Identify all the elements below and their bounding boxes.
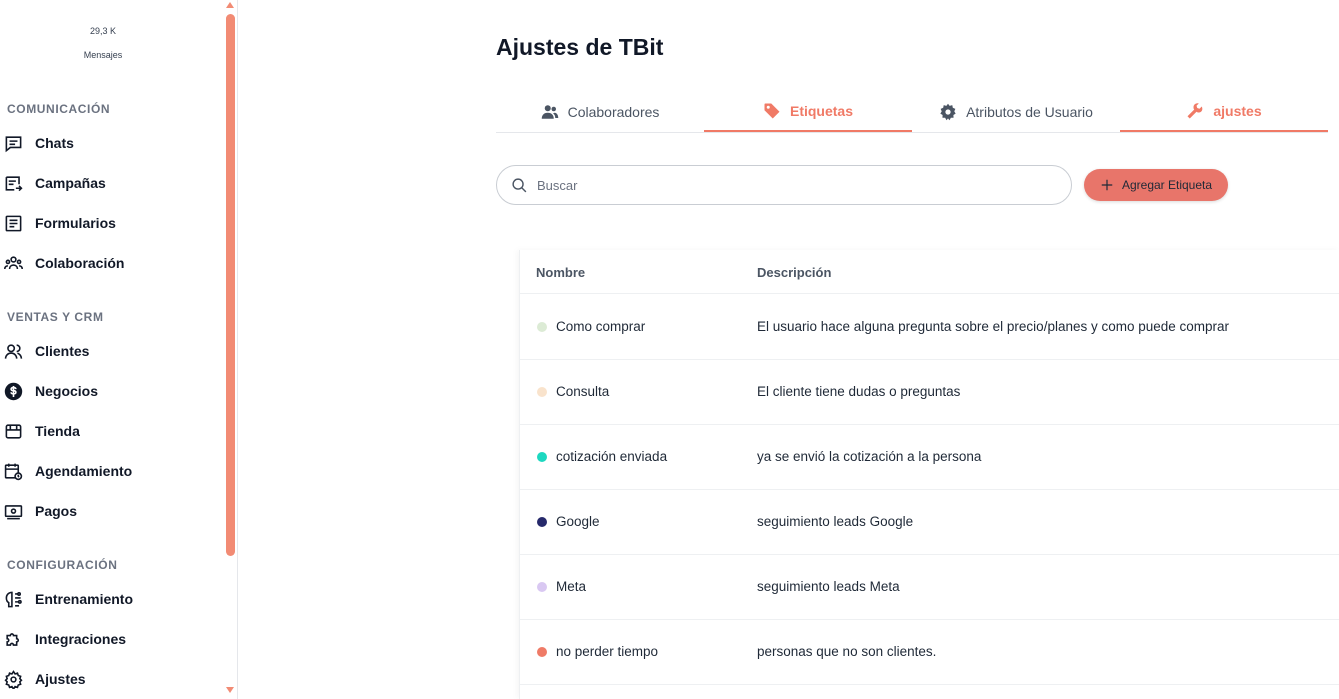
tab-label: Colaboradores [567, 104, 660, 120]
tag-description: ya se envió la cotización a la persona [757, 449, 982, 464]
sidebar-item-chats[interactable]: Chats [4, 130, 214, 156]
tag-name: no perder tiempo [556, 644, 659, 659]
store-icon [5, 423, 22, 439]
sidebar-item-label: Ajustes [35, 671, 86, 687]
form-icon [5, 215, 22, 231]
users-icon [4, 343, 23, 359]
sidebar-item-label: Formularios [35, 215, 116, 231]
tag-name: Consulta [556, 384, 610, 399]
search-input[interactable] [537, 177, 1037, 193]
tag-color-dot [537, 517, 547, 527]
tag-name: Google [556, 514, 600, 529]
table-row[interactable]: Como comprar El usuario hace alguna preg… [520, 295, 1339, 360]
tab-label: ajustes [1213, 103, 1262, 119]
section-title-comunicacion: COMUNICACIÓN [7, 102, 111, 116]
settings-tabs: Colaboradores Etiquetas Atributos de Usu… [496, 92, 1328, 133]
search-box[interactable] [496, 165, 1072, 205]
section-title-configuracion: CONFIGURACIÓN [7, 558, 118, 572]
sidebar-item-label: Clientes [35, 343, 90, 359]
sidebar-item-label: Colaboración [35, 255, 125, 271]
tag-description: seguimiento leads Google [757, 514, 914, 529]
tab-label: Atributos de Usuario [966, 104, 1093, 120]
tag-name: Como comprar [556, 319, 646, 334]
sidebar-item-pagos[interactable]: Pagos [4, 498, 214, 524]
sidebar-item-label: Chats [35, 135, 74, 151]
page-title: Ajustes de TBit [496, 34, 664, 60]
sidebar-item-campanas[interactable]: Campañas [4, 170, 214, 196]
search-icon [512, 177, 527, 192]
brain-icon [5, 591, 22, 607]
usage-label: Mensajes [83, 50, 123, 60]
tag-color-dot [537, 647, 547, 657]
team-icon [4, 255, 23, 269]
table-row[interactable]: cotización enviada ya se envió la cotiza… [520, 425, 1339, 490]
tab-label: Etiquetas [789, 103, 853, 119]
tag-description: seguimiento leads Meta [757, 579, 900, 594]
sidebar-item-ajustes[interactable]: Ajustes [4, 666, 214, 692]
tab-colaboradores[interactable]: Colaboradores [496, 92, 704, 132]
tag-description: El usuario hace alguna pregunta sobre el… [757, 319, 1230, 334]
tag-color-dot [537, 322, 547, 332]
table-row[interactable]: Meta seguimiento leads Meta [520, 555, 1339, 620]
sidebar-item-label: Entrenamiento [35, 591, 134, 607]
tag-color-dot [537, 582, 547, 592]
chat-icon [5, 135, 22, 152]
sidebar-item-clientes[interactable]: Clientes [4, 338, 214, 364]
sidebar-scrollbar[interactable] [224, 0, 237, 699]
tag-description: El cliente tiene dudas o preguntas [757, 384, 961, 399]
sidebar-item-negocios[interactable]: Negocios [4, 378, 214, 404]
table-header: Nombre Descripción [520, 250, 1339, 294]
scroll-up-arrow-icon[interactable] [226, 2, 234, 8]
add-tag-button[interactable]: Agregar Etiqueta [1084, 169, 1228, 201]
scroll-down-arrow-icon[interactable] [226, 687, 234, 693]
add-tag-button-label: Agregar Etiqueta [1121, 178, 1213, 192]
payment-icon [4, 504, 23, 519]
puzzle-icon [6, 632, 19, 646]
table-row[interactable]: Consulta El cliente tiene dudas o pregun… [520, 360, 1339, 425]
sidebar-item-entrenamiento[interactable]: Entrenamiento [4, 586, 214, 612]
sidebar-item-label: Integraciones [35, 631, 127, 647]
gear-icon [940, 103, 956, 121]
table-row[interactable]: no perder tiempo personas que no son cli… [520, 620, 1339, 685]
scrollbar-thumb[interactable] [226, 14, 235, 556]
column-header-nombre: Nombre [536, 265, 586, 280]
sidebar-item-label: Tienda [35, 423, 80, 439]
sidebar-item-label: Pagos [35, 503, 78, 519]
tag-color-dot [537, 387, 547, 397]
gear-icon [4, 669, 23, 689]
sidebar-item-label: Negocios [35, 383, 99, 399]
sidebar-item-label: Agendamiento [35, 463, 133, 479]
sidebar: 29,3 K Mensajes COMUNICACIÓN Chats Campa… [0, 0, 238, 699]
tag-color-dot [537, 452, 547, 462]
sidebar-item-tienda[interactable]: Tienda [4, 418, 214, 444]
tag-name: cotización enviada [556, 449, 668, 464]
tag-description: personas que no son clientes. [757, 644, 937, 659]
column-header-descripcion: Descripción [757, 265, 832, 280]
sidebar-item-colaboracion[interactable]: Colaboración [4, 250, 214, 276]
campaign-icon [5, 175, 23, 191]
sidebar-item-agendamiento[interactable]: Agendamiento [4, 458, 214, 484]
sidebar-item-formularios[interactable]: Formularios [4, 210, 214, 236]
table-row[interactable]: Google seguimiento leads Google [520, 490, 1339, 555]
tab-atributos-usuario[interactable]: Atributos de Usuario [912, 92, 1120, 132]
tags-table: Nombre Descripción Como comprar El usuar… [519, 250, 1339, 699]
dollar-icon [4, 382, 23, 400]
tab-etiquetas[interactable]: Etiquetas [704, 92, 912, 132]
wrench-icon [1187, 103, 1203, 119]
calendar-clock-icon [4, 463, 23, 480]
usage-count: 29,3 K [89, 26, 117, 36]
plus-icon [1101, 179, 1113, 191]
tab-ajustes[interactable]: ajustes [1120, 92, 1328, 132]
section-title-ventas: VENTAS Y CRM [7, 310, 104, 324]
sidebar-item-integraciones[interactable]: Integraciones [4, 626, 214, 652]
sidebar-item-label: Campañas [35, 175, 106, 191]
users-icon [541, 105, 558, 119]
tag-name: Meta [556, 579, 587, 594]
tag-icon [764, 103, 780, 119]
